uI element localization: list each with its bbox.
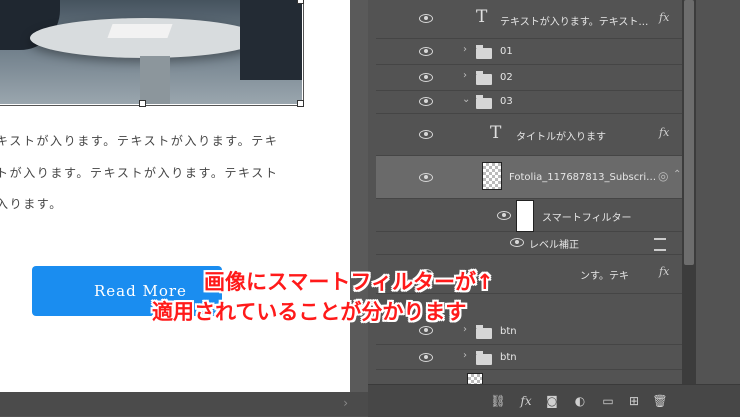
- chevron-up-icon[interactable]: ⌃: [673, 169, 681, 180]
- layer-row[interactable]: ⌄ 03: [376, 91, 682, 114]
- fx-icon[interactable]: fx: [659, 11, 669, 24]
- layer-name: 01: [500, 46, 513, 57]
- layer-row[interactable]: スマートフィルター: [376, 199, 682, 232]
- chevron-down-icon[interactable]: ⌄: [462, 94, 470, 105]
- body-text-line: キストが入ります。テキストが入ります。テキ: [0, 134, 279, 148]
- chevron-right-icon[interactable]: ›: [463, 70, 467, 81]
- visibility-eye-icon[interactable]: [419, 73, 433, 82]
- horizontal-scrollbar[interactable]: ›: [0, 392, 368, 416]
- group-icon[interactable]: ▭: [600, 393, 616, 409]
- layer-name: 02: [500, 72, 513, 83]
- new-layer-icon[interactable]: ⊞: [626, 393, 642, 409]
- read-more-button[interactable]: Read More: [32, 266, 222, 316]
- transform-handle[interactable]: [139, 100, 146, 107]
- text-layer-icon: T: [490, 123, 502, 143]
- folder-icon: [476, 45, 492, 59]
- layer-row[interactable]: T タイトルが入ります fx: [376, 114, 682, 156]
- layer-row[interactable]: レベル補正: [376, 232, 682, 255]
- layer-row[interactable]: › btn: [376, 318, 682, 345]
- layer-row[interactable]: › 01: [376, 39, 682, 65]
- transform-handle[interactable]: [297, 100, 304, 107]
- layer-row[interactable]: › btn: [376, 345, 682, 370]
- fx-icon[interactable]: fx: [659, 126, 669, 139]
- trash-icon[interactable]: 🗑: [652, 393, 668, 409]
- body-text-line: トが入ります。テキストが入ります。テキスト: [0, 166, 279, 180]
- visibility-eye-icon[interactable]: [419, 353, 433, 362]
- adjustment-icon[interactable]: ◐: [572, 393, 588, 409]
- visibility-eye-icon[interactable]: [419, 130, 433, 139]
- fx-icon[interactable]: fx: [659, 265, 669, 278]
- layer-name: 03: [500, 96, 513, 107]
- layer-name: スマートフィルター: [542, 213, 632, 224]
- filter-mask-thumbnail: [516, 200, 534, 232]
- layers-panel: T テキストが入ります。テキスト… fx › 01 › 02 ⌄ 03 T タイ…: [368, 0, 740, 417]
- chevron-right-icon[interactable]: ›: [463, 44, 467, 55]
- canvas-gutter: [350, 0, 368, 392]
- folder-open-icon: [476, 95, 492, 109]
- layer-row-selected[interactable]: Fotolia_117687813_Subscri… ◎ ⌃: [376, 156, 682, 199]
- folder-icon: [476, 351, 492, 365]
- layer-name: レベル補正: [529, 240, 579, 251]
- visibility-eye-icon[interactable]: [419, 269, 433, 278]
- layers-footer-toolbar: ⛓ fx ◙ ◐ ▭ ⊞ 🗑: [368, 384, 740, 417]
- scroll-right-icon[interactable]: ›: [343, 396, 348, 410]
- chevron-right-icon[interactable]: ›: [463, 324, 467, 335]
- layer-name: テキストが入ります。テキスト…: [500, 17, 649, 28]
- layer-row[interactable]: › 02: [376, 65, 682, 91]
- layer-row[interactable]: T テキストが入ります。テキスト… fx: [376, 0, 682, 39]
- visibility-eye-icon[interactable]: [419, 326, 433, 335]
- mask-icon[interactable]: ◙: [544, 393, 560, 409]
- folder-icon: [476, 325, 492, 339]
- layer-name: ンす。テキ: [580, 271, 629, 282]
- visibility-eye-icon[interactable]: [419, 14, 433, 23]
- smart-filter-icon[interactable]: ◎: [658, 169, 668, 183]
- body-text-line: 入ります。: [0, 197, 63, 211]
- layer-name: btn: [500, 326, 517, 337]
- smart-object-thumbnail: [482, 162, 502, 190]
- transform-handle[interactable]: [297, 0, 304, 4]
- layer-name: タイトルが入ります: [516, 132, 606, 143]
- visibility-eye-icon[interactable]: [419, 47, 433, 56]
- vertical-scrollbar[interactable]: [682, 0, 696, 384]
- fx-icon[interactable]: fx: [518, 393, 534, 409]
- visibility-eye-icon[interactable]: [497, 211, 511, 220]
- layer-row[interactable]: [376, 370, 682, 386]
- visibility-eye-icon[interactable]: [510, 238, 524, 247]
- text-layer-icon: T: [476, 7, 488, 27]
- link-icon[interactable]: ⛓: [490, 393, 506, 409]
- chevron-right-icon[interactable]: ›: [463, 350, 467, 361]
- layer-name: Fotolia_117687813_Subscri…: [509, 172, 657, 183]
- scrollbar-thumb[interactable]: [684, 0, 694, 265]
- layer-name: btn: [500, 352, 517, 363]
- folder-icon: [476, 71, 492, 85]
- transform-bounding-box: [0, 0, 304, 106]
- visibility-eye-icon[interactable]: [419, 97, 433, 106]
- document-canvas[interactable]: キストが入ります。テキストが入ります。テキ トが入ります。テキストが入ります。テ…: [0, 0, 350, 392]
- visibility-eye-icon[interactable]: [419, 173, 433, 182]
- filter-options-icon[interactable]: [654, 238, 666, 251]
- layer-row[interactable]: ンす。テキ fx: [376, 255, 682, 294]
